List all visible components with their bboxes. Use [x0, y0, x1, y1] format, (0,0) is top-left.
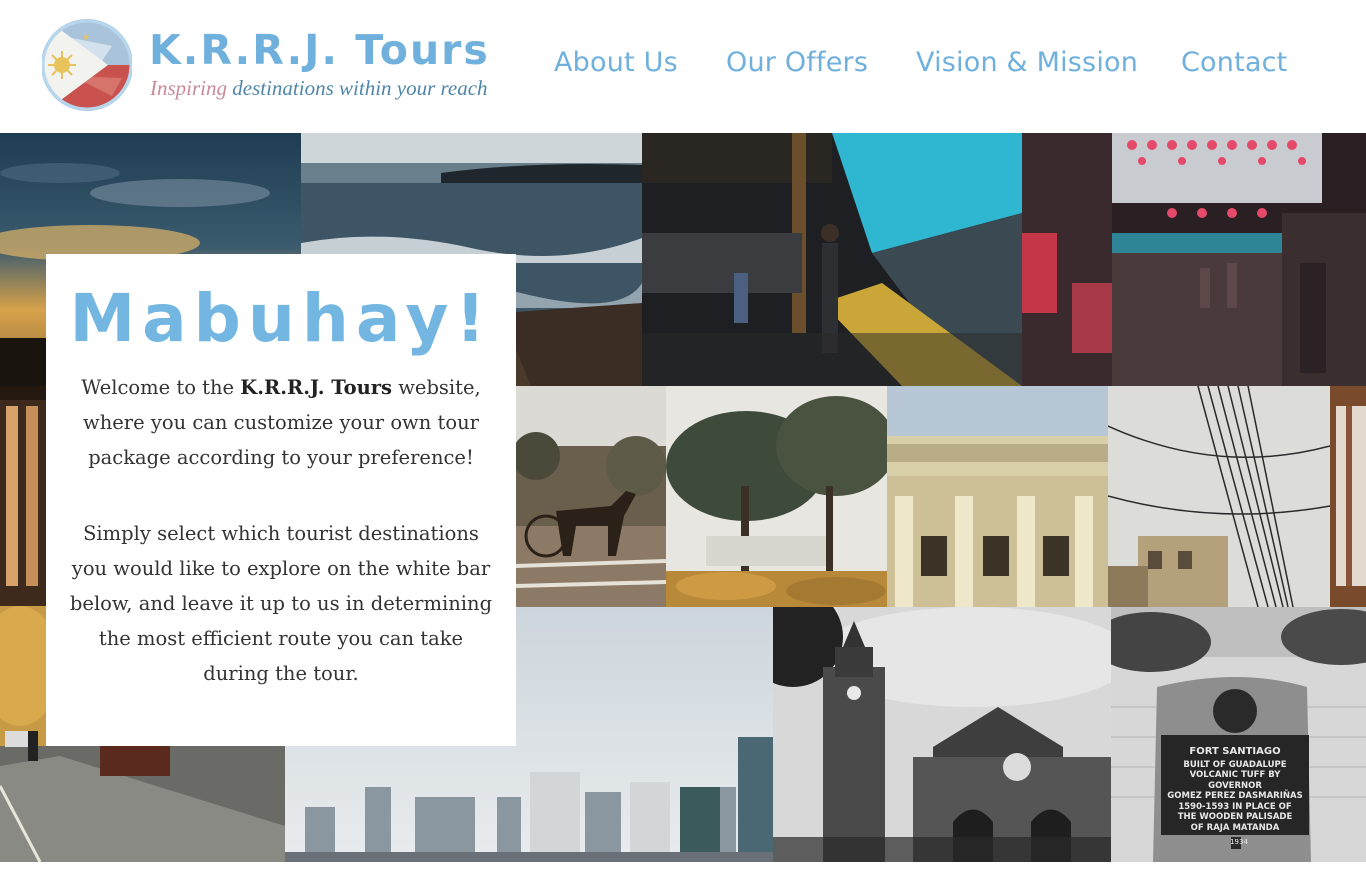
svg-text:★: ★: [46, 23, 54, 33]
welcome-intro-paragraph: Welcome to the K.R.R.J. Tours website, w…: [66, 370, 496, 475]
photo-park-trees: [666, 386, 887, 607]
photo-power-lines: [1108, 386, 1330, 607]
photo-fort-santiago-marker: FORT SANTIAGO BUILT OF GUADALUPE VOLCANI…: [1111, 607, 1366, 862]
nav-item-our-offers[interactable]: Our Offers: [726, 47, 868, 78]
photo-manila-cathedral: [773, 607, 1111, 862]
svg-text:★: ★: [46, 101, 54, 111]
fort-sign-line: GOMEZ PEREZ DASMARIÑAS: [1167, 791, 1303, 801]
photo-train-station: [642, 133, 1022, 386]
photo-museum-columns: [887, 386, 1108, 607]
site-header: ★ ★ ★ K.R.R.J. Tours Inspiring destinati…: [0, 0, 1366, 133]
welcome-instructions-paragraph: Simply select which tourist destinations…: [69, 522, 493, 685]
fort-sign-title: FORT SANTIAGO: [1189, 746, 1281, 757]
photo-wood-frame: [1330, 386, 1366, 607]
welcome-intro-lead: Welcome to the: [81, 376, 241, 399]
fort-sign-line: BUILT OF GUADALUPE: [1183, 759, 1287, 770]
nav-item-contact[interactable]: Contact: [1181, 47, 1287, 78]
fort-sign-year: 1934: [1230, 838, 1248, 846]
page: ★ ★ ★ K.R.R.J. Tours Inspiring destinati…: [0, 0, 1366, 870]
svg-text:★: ★: [82, 33, 90, 43]
fort-sign-line: 1590-1593 IN PLACE OF: [1178, 801, 1292, 812]
photo-chinatown-market: [1022, 133, 1366, 386]
welcome-title: Mabuhay!: [69, 280, 493, 357]
main-nav: About Us Our Offers Vision & Mission Con…: [0, 47, 1366, 87]
photo-interior-window: [0, 386, 46, 606]
photo-kalesa-carriage: [516, 386, 666, 607]
nav-item-about-us[interactable]: About Us: [554, 47, 678, 78]
welcome-brand-name: K.R.R.J. Tours: [240, 376, 393, 399]
fort-santiago-sign: FORT SANTIAGO BUILT OF GUADALUPE VOLCANI…: [1163, 746, 1307, 833]
footer-strip: [0, 862, 1366, 870]
welcome-card: Mabuhay! Welcome to the K.R.R.J. Tours w…: [46, 254, 516, 746]
nav-item-vision-mission[interactable]: Vision & Mission: [916, 47, 1138, 78]
fort-sign-line: VOLCANIC TUFF BY GOVERNOR: [1189, 770, 1281, 791]
fort-sign-line: OF RAJA MATANDA: [1190, 822, 1280, 833]
fort-sign-line: THE WOODEN PALISADE: [1177, 812, 1293, 822]
